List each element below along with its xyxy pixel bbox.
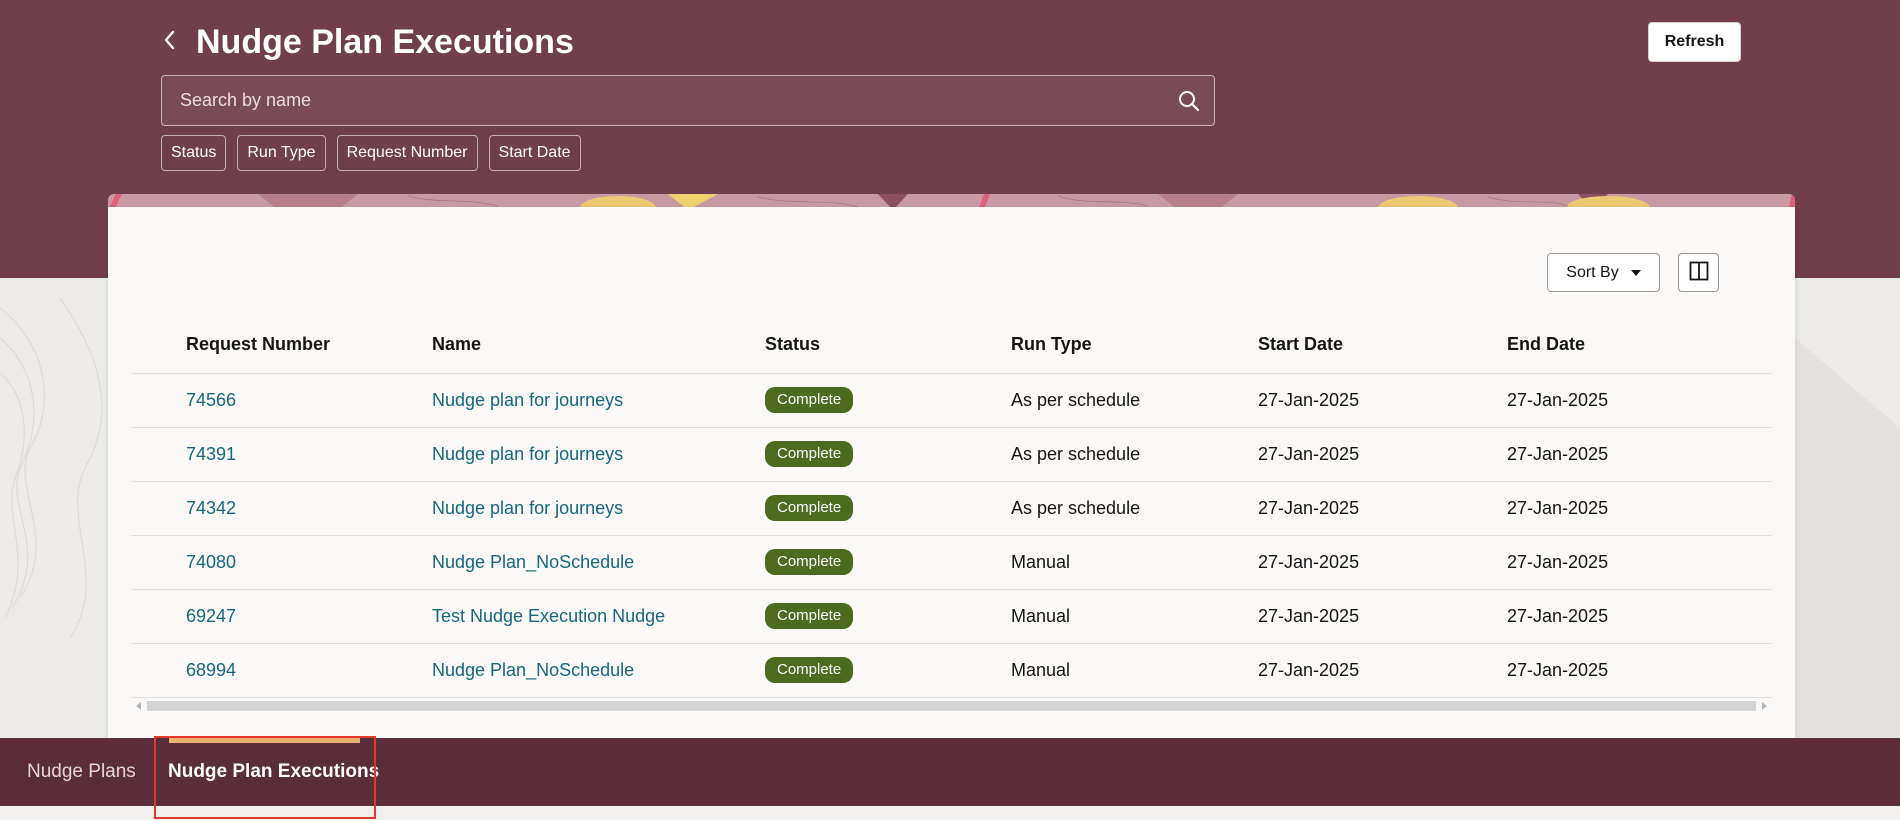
plan-name-link[interactable]: Nudge Plan_NoSchedule bbox=[432, 552, 634, 573]
start-date-cell: 27-Jan-2025 bbox=[1258, 659, 1360, 680]
split-panel-icon bbox=[1689, 261, 1709, 284]
table-row[interactable]: 74566 Nudge plan for journeys Complete A… bbox=[131, 373, 1772, 427]
start-date-cell: 27-Jan-2025 bbox=[1258, 605, 1360, 626]
column-header-end-date[interactable]: End Date bbox=[1507, 331, 1585, 357]
request-number-link[interactable]: 74391 bbox=[186, 444, 236, 465]
filter-chips: Status Run Type Request Number Start Dat… bbox=[161, 135, 581, 171]
horizontal-scrollbar[interactable] bbox=[131, 698, 1772, 714]
request-number-link[interactable]: 74566 bbox=[186, 390, 236, 411]
search-input[interactable] bbox=[162, 76, 1164, 125]
sort-by-label: Sort By bbox=[1566, 263, 1619, 281]
status-badge: Complete bbox=[765, 441, 854, 467]
filter-status[interactable]: Status bbox=[161, 135, 227, 171]
scrollbar-thumb[interactable] bbox=[147, 701, 1756, 711]
start-date-cell: 27-Jan-2025 bbox=[1258, 497, 1360, 518]
end-date-cell: 27-Jan-2025 bbox=[1507, 443, 1609, 464]
column-header-run-type[interactable]: Run Type bbox=[1011, 331, 1092, 357]
page-title: Nudge Plan Executions bbox=[196, 23, 574, 61]
search-icon[interactable] bbox=[1164, 76, 1214, 125]
start-date-cell: 27-Jan-2025 bbox=[1258, 551, 1360, 572]
end-date-cell: 27-Jan-2025 bbox=[1507, 605, 1609, 626]
table-row[interactable]: 74080 Nudge Plan_NoSchedule Complete Man… bbox=[131, 535, 1772, 589]
end-date-cell: 27-Jan-2025 bbox=[1507, 551, 1609, 572]
plan-name-link[interactable]: Nudge plan for journeys bbox=[432, 498, 623, 519]
status-badge: Complete bbox=[765, 549, 854, 575]
highlight-box bbox=[154, 736, 376, 819]
run-type-cell: As per schedule bbox=[1011, 443, 1141, 464]
start-date-cell: 27-Jan-2025 bbox=[1258, 389, 1360, 410]
table-row[interactable]: 74391 Nudge plan for journeys Complete A… bbox=[131, 427, 1772, 481]
request-number-link[interactable]: 74080 bbox=[186, 552, 236, 573]
column-header-request-number[interactable]: Request Number bbox=[186, 331, 330, 357]
scroll-left-icon[interactable] bbox=[136, 702, 141, 710]
sort-by-button[interactable]: Sort By bbox=[1547, 253, 1660, 292]
status-badge: Complete bbox=[765, 387, 854, 413]
run-type-cell: Manual bbox=[1011, 551, 1071, 572]
chevron-left-icon bbox=[162, 29, 176, 56]
caret-down-icon bbox=[1630, 269, 1641, 276]
split-panel-button[interactable] bbox=[1678, 253, 1719, 292]
run-type-cell: Manual bbox=[1011, 605, 1071, 626]
status-badge: Complete bbox=[765, 603, 854, 629]
run-type-cell: As per schedule bbox=[1011, 497, 1141, 518]
column-header-name[interactable]: Name bbox=[432, 331, 481, 357]
end-date-cell: 27-Jan-2025 bbox=[1507, 659, 1609, 680]
run-type-cell: Manual bbox=[1011, 659, 1071, 680]
table-row[interactable]: 74342 Nudge plan for journeys Complete A… bbox=[131, 481, 1772, 535]
request-number-link[interactable]: 68994 bbox=[186, 660, 236, 681]
status-badge: Complete bbox=[765, 657, 854, 683]
end-date-cell: 27-Jan-2025 bbox=[1507, 389, 1609, 410]
request-number-link[interactable]: 74342 bbox=[186, 498, 236, 519]
refresh-button[interactable]: Refresh bbox=[1648, 22, 1741, 62]
run-type-cell: As per schedule bbox=[1011, 389, 1141, 410]
status-badge: Complete bbox=[765, 495, 854, 521]
plan-name-link[interactable]: Nudge plan for journeys bbox=[432, 444, 623, 465]
filter-run-type[interactable]: Run Type bbox=[237, 135, 326, 171]
column-header-start-date[interactable]: Start Date bbox=[1258, 331, 1343, 357]
filter-request-number[interactable]: Request Number bbox=[336, 135, 478, 171]
tab-nudge-plans[interactable]: Nudge Plans bbox=[27, 738, 136, 806]
column-header-status[interactable]: Status bbox=[765, 331, 820, 357]
table-row[interactable]: 69247 Test Nudge Execution Nudge Complet… bbox=[131, 589, 1772, 643]
table-row[interactable]: 68994 Nudge Plan_NoSchedule Complete Man… bbox=[131, 643, 1772, 697]
back-button[interactable] bbox=[152, 22, 186, 62]
plan-name-link[interactable]: Nudge plan for journeys bbox=[432, 390, 623, 411]
end-date-cell: 27-Jan-2025 bbox=[1507, 497, 1609, 518]
plan-name-link[interactable]: Nudge Plan_NoSchedule bbox=[432, 660, 634, 681]
search-bar[interactable] bbox=[161, 75, 1215, 126]
plan-name-link[interactable]: Test Nudge Execution Nudge bbox=[432, 606, 665, 627]
filter-start-date[interactable]: Start Date bbox=[488, 135, 581, 171]
scroll-right-icon[interactable] bbox=[1762, 702, 1767, 710]
request-number-link[interactable]: 69247 bbox=[186, 606, 236, 627]
start-date-cell: 27-Jan-2025 bbox=[1258, 443, 1360, 464]
